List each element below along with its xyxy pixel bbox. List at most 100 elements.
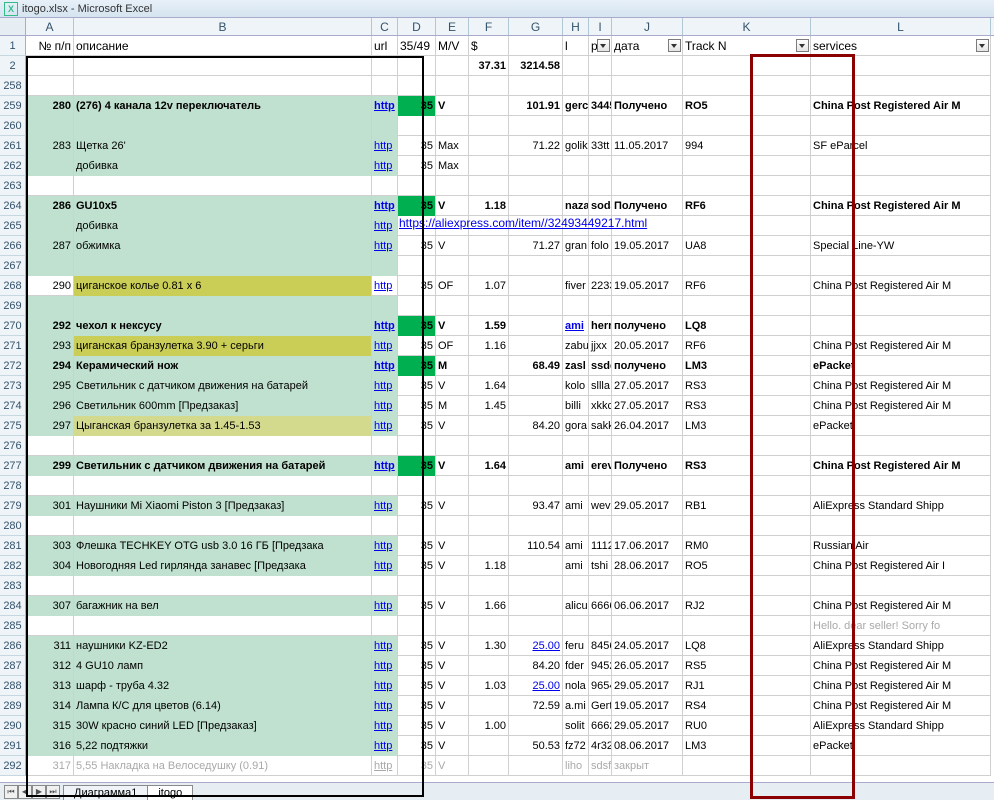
cell[interactable]: [372, 576, 398, 596]
cell[interactable]: [509, 756, 563, 776]
cell[interactable]: [372, 76, 398, 96]
cell[interactable]: China Post Registered Air M: [811, 396, 991, 416]
cell[interactable]: ami: [563, 316, 589, 336]
cell[interactable]: шарф - труба 4.32: [74, 676, 372, 696]
cell[interactable]: 27.05.2017: [612, 376, 683, 396]
cell[interactable]: 2233: [589, 276, 612, 296]
cell[interactable]: [469, 736, 509, 756]
cell[interactable]: [469, 136, 509, 156]
cell[interactable]: http: [372, 676, 398, 696]
cell[interactable]: [563, 216, 589, 236]
header-cell-B[interactable]: описание: [74, 36, 372, 56]
cell[interactable]: V: [436, 736, 469, 756]
tab-first-icon[interactable]: ⏮: [4, 785, 18, 799]
cell[interactable]: [509, 376, 563, 396]
cell[interactable]: naza: [563, 196, 589, 216]
cell[interactable]: [436, 116, 469, 136]
cell[interactable]: [469, 96, 509, 116]
row-number[interactable]: 266: [0, 236, 26, 256]
cell[interactable]: [811, 216, 991, 236]
sum-cell-K[interactable]: [683, 56, 811, 76]
cell[interactable]: [398, 436, 436, 456]
cell[interactable]: jjxx: [589, 336, 612, 356]
cell[interactable]: 68.49: [509, 356, 563, 376]
cell[interactable]: [509, 436, 563, 456]
cell[interactable]: [26, 156, 74, 176]
cell[interactable]: LM3: [683, 736, 811, 756]
header-cell-K[interactable]: Track N: [683, 36, 811, 56]
cell[interactable]: RO5: [683, 96, 811, 116]
cell[interactable]: [436, 476, 469, 496]
cell[interactable]: 301: [26, 496, 74, 516]
row-number[interactable]: 292: [0, 756, 26, 776]
cell[interactable]: [469, 216, 509, 236]
cell[interactable]: [589, 156, 612, 176]
colhdr-C[interactable]: C: [372, 18, 398, 35]
colhdr-F[interactable]: F: [469, 18, 509, 35]
cell[interactable]: [509, 716, 563, 736]
cell[interactable]: http: [372, 696, 398, 716]
cell[interactable]: 314: [26, 696, 74, 716]
cell[interactable]: Флешка TECHKEY OTG usb 3.0 16 ГБ [Предза…: [74, 536, 372, 556]
cell[interactable]: China Post Registered Air M: [811, 696, 991, 716]
cell[interactable]: Max: [436, 156, 469, 176]
cell[interactable]: [26, 576, 74, 596]
cell[interactable]: 6666: [589, 596, 612, 616]
cell[interactable]: Получено: [612, 96, 683, 116]
cell[interactable]: fz72: [563, 736, 589, 756]
cell[interactable]: 1.18: [469, 196, 509, 216]
cell[interactable]: RF6: [683, 276, 811, 296]
cell[interactable]: 29.05.2017: [612, 676, 683, 696]
row-number[interactable]: 283: [0, 576, 26, 596]
header-cell-F[interactable]: $: [469, 36, 509, 56]
row-number[interactable]: 288: [0, 676, 26, 696]
cell[interactable]: [612, 436, 683, 456]
cell[interactable]: http: [372, 636, 398, 656]
cell[interactable]: 71.22: [509, 136, 563, 156]
cell[interactable]: 35: [398, 756, 436, 776]
cell[interactable]: 307: [26, 596, 74, 616]
cell[interactable]: 1.16: [469, 336, 509, 356]
cell[interactable]: 297: [26, 416, 74, 436]
row-number[interactable]: 290: [0, 716, 26, 736]
cell[interactable]: soda: [589, 196, 612, 216]
cell[interactable]: http: [372, 96, 398, 116]
cell[interactable]: [589, 256, 612, 276]
cell[interactable]: http: [372, 496, 398, 516]
cell[interactable]: http: [372, 276, 398, 296]
cell[interactable]: 35: [398, 596, 436, 616]
cell[interactable]: 35: [398, 656, 436, 676]
row-number[interactable]: 258: [0, 76, 26, 96]
cell[interactable]: V: [436, 636, 469, 656]
cell[interactable]: [563, 256, 589, 276]
sum-cell-L[interactable]: [811, 56, 991, 76]
cell[interactable]: [612, 76, 683, 96]
cell[interactable]: RJ2: [683, 596, 811, 616]
header-cell-J[interactable]: дата: [612, 36, 683, 56]
colhdr-H[interactable]: H: [563, 18, 589, 35]
cell[interactable]: [436, 76, 469, 96]
cell[interactable]: [589, 116, 612, 136]
cell[interactable]: [589, 476, 612, 496]
cell[interactable]: 24.05.2017: [612, 636, 683, 656]
select-all-corner[interactable]: [0, 18, 26, 35]
cell[interactable]: Получено: [612, 456, 683, 476]
cell[interactable]: [469, 536, 509, 556]
cell[interactable]: [26, 296, 74, 316]
colhdr-G[interactable]: G: [509, 18, 563, 35]
cell[interactable]: 35: [398, 636, 436, 656]
cell[interactable]: [469, 576, 509, 596]
cell[interactable]: [683, 256, 811, 276]
cell[interactable]: ePacket: [811, 356, 991, 376]
cell[interactable]: 295: [26, 376, 74, 396]
cell[interactable]: [811, 156, 991, 176]
cell[interactable]: [811, 176, 991, 196]
cell[interactable]: [469, 616, 509, 636]
cell[interactable]: RS4: [683, 696, 811, 716]
cell[interactable]: 9654: [589, 676, 612, 696]
row-number[interactable]: 261: [0, 136, 26, 156]
cell[interactable]: http: [372, 456, 398, 476]
cell[interactable]: V: [436, 496, 469, 516]
cell[interactable]: China Post Registered Air M: [811, 376, 991, 396]
cell[interactable]: V: [436, 196, 469, 216]
